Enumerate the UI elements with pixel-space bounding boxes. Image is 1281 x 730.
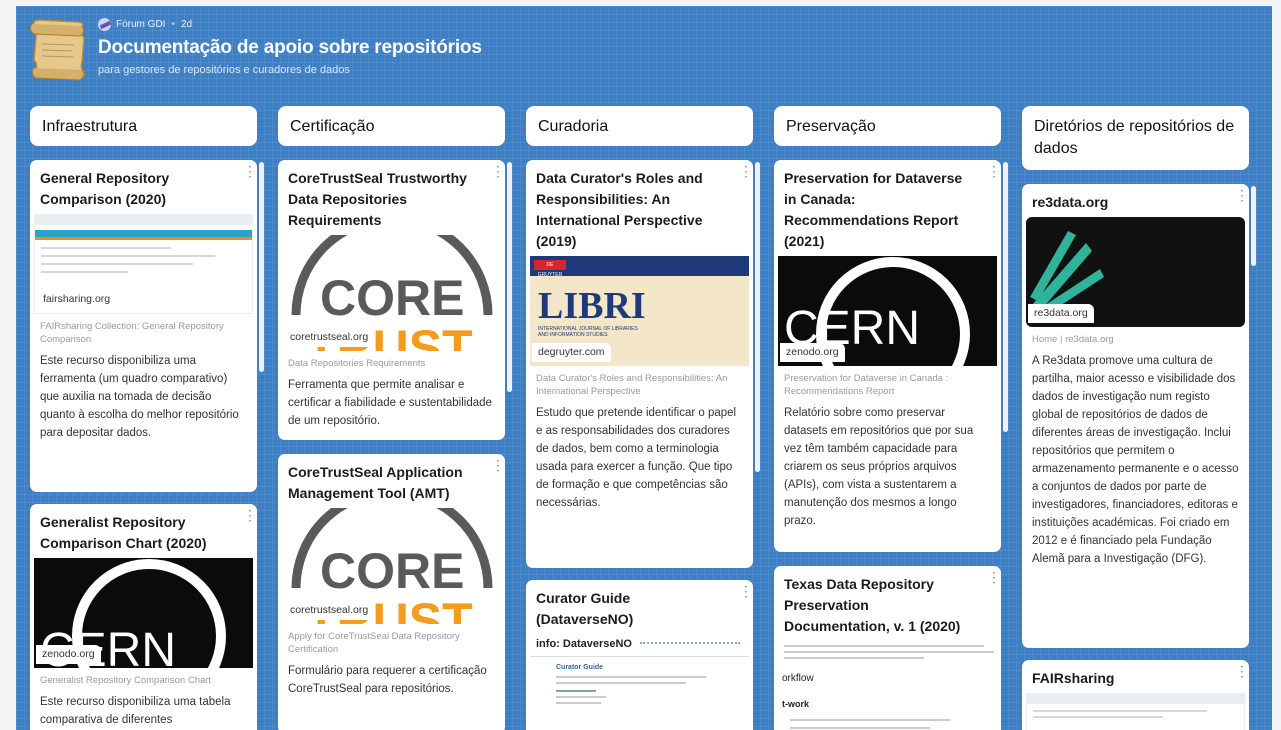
post-card[interactable]: ⋮ re3data.org re3data.org Home | re3data…	[1022, 184, 1249, 648]
column-scrollbar[interactable]	[1251, 186, 1256, 266]
card-title: CoreTrustSeal Trustworthy Data Repositor…	[288, 170, 467, 228]
more-options-icon[interactable]: ⋮	[1235, 188, 1249, 202]
link-preview-image[interactable]: DE GRUYTER LIBRI INTERNATIONAL JOURNAL O…	[530, 256, 749, 366]
author-avatar[interactable]	[98, 18, 111, 31]
more-options-icon[interactable]: ⋮	[1235, 664, 1249, 678]
link-preview-image[interactable]: CORE TRUST coretrustseal.org	[282, 508, 501, 624]
link-domain: degruyter.com	[532, 343, 611, 362]
link-title[interactable]: Data Curator's Roles and Responsibilitie…	[526, 366, 753, 398]
post-meta: Fórum GDI • 2d	[98, 18, 192, 31]
post-card[interactable]: ⋮ Texas Data Repository Preservation Doc…	[774, 566, 1001, 730]
more-options-icon[interactable]: ⋮	[491, 458, 505, 472]
link-domain: fairsharing.org	[37, 290, 117, 309]
more-options-icon[interactable]: ⋮	[987, 570, 1001, 584]
more-options-icon[interactable]: ⋮	[243, 508, 257, 522]
more-options-icon[interactable]: ⋮	[243, 164, 257, 178]
column-scrollbar[interactable]	[1003, 162, 1008, 432]
column-header-infraestrutura[interactable]: Infraestrutura	[30, 106, 257, 146]
more-options-icon[interactable]: ⋮	[491, 164, 505, 178]
post-card[interactable]: ⋮ Data Curator's Roles and Responsibilit…	[526, 160, 753, 568]
link-domain: zenodo.org	[36, 645, 101, 664]
link-title[interactable]: Preservation for Dataverse in Canada : R…	[774, 366, 1001, 398]
column-scrollbar[interactable]	[259, 162, 264, 372]
card-title: Curator Guide (DataverseNO)	[536, 590, 634, 627]
card-title: General Repository Comparison (2020)	[40, 170, 170, 207]
post-age: 2d	[180, 19, 193, 30]
padlet-board: Fórum GDI • 2d Documentação de apoio sob…	[16, 6, 1272, 730]
separator-dot: •	[171, 19, 175, 30]
card-description: Este recurso disponibiliza uma tabela co…	[40, 696, 231, 726]
post-card[interactable]: ⋮ CoreTrustSeal Trustworthy Data Reposit…	[278, 160, 505, 440]
link-title[interactable]: Generalist Repository Comparison Chart	[30, 668, 257, 687]
board-title: Documentação de apoio sobre repositórios	[98, 37, 482, 58]
post-card[interactable]: ⋮ Generalist Repository Comparison Chart…	[30, 504, 257, 730]
svg-text:CORE: CORE	[320, 270, 464, 326]
post-card[interactable]: ⋮ Preservation for Dataverse in Canada: …	[774, 160, 1001, 552]
author-name[interactable]: Fórum GDI	[116, 19, 165, 30]
card-description: Estudo que pretende identificar o papel …	[536, 407, 737, 509]
link-preview-image[interactable]: re3data.org	[1026, 217, 1245, 327]
link-preview-image[interactable]: info: DataverseNO Curator Guide	[530, 634, 749, 730]
post-card[interactable]: ⋮ General Repository Comparison (2020) f…	[30, 160, 257, 492]
card-description: A Re3data promove uma cultura de partilh…	[1032, 355, 1239, 565]
card-title: Texas Data Repository Preservation Docum…	[784, 576, 961, 634]
card-title: Data Curator's Roles and Responsibilitie…	[536, 170, 703, 249]
more-options-icon[interactable]: ⋮	[739, 164, 753, 178]
link-domain: re3data.org	[1028, 304, 1094, 323]
card-description: Este recurso disponibiliza uma ferrament…	[40, 355, 239, 439]
column-header-preservacao[interactable]: Preservação	[774, 106, 1001, 146]
board-header: Fórum GDI • 2d Documentação de apoio sob…	[16, 6, 1272, 90]
column-header-certificacao[interactable]: Certificação	[278, 106, 505, 146]
post-card[interactable]: ⋮ CoreTrustSeal Application Management T…	[278, 454, 505, 730]
link-preview-image[interactable]: CERN zenodo.org	[778, 256, 997, 366]
column-scrollbar[interactable]	[507, 162, 512, 392]
board-subtitle: para gestores de repositórios e curadore…	[98, 64, 350, 76]
card-title: Generalist Repository Comparison Chart (…	[40, 514, 207, 551]
card-description: Formulário para requerer a certificação …	[288, 665, 487, 695]
column-header-curadoria[interactable]: Curadoria	[526, 106, 753, 146]
card-title: re3data.org	[1032, 194, 1109, 210]
card-description: Relatório sobre como preservar datasets …	[784, 407, 974, 527]
link-preview-image[interactable]: CERN zenodo.org	[34, 558, 253, 668]
post-card[interactable]: ⋮ FAIRsharing	[1022, 660, 1249, 730]
more-options-icon[interactable]: ⋮	[739, 584, 753, 598]
scroll-icon	[29, 19, 86, 81]
card-title: FAIRsharing	[1032, 670, 1115, 686]
post-card[interactable]: ⋮ Curator Guide (DataverseNO) info: Data…	[526, 580, 753, 730]
link-title[interactable]: FAIRsharing Collection: General Reposito…	[30, 314, 257, 346]
more-options-icon[interactable]: ⋮	[987, 164, 1001, 178]
link-preview-image[interactable]: fairsharing.org	[34, 214, 253, 314]
card-title: CoreTrustSeal Application Management Too…	[288, 464, 463, 501]
link-preview-image[interactable]: orkflow t-work	[778, 641, 997, 730]
link-preview-image[interactable]	[1026, 693, 1245, 730]
link-title[interactable]: Apply for CoreTrustSeal Data Repository …	[278, 624, 505, 656]
link-preview-image[interactable]: CORE TRUST coretrustseal.org	[282, 235, 501, 351]
link-title[interactable]: Home | re3data.org	[1022, 327, 1249, 346]
link-domain: zenodo.org	[780, 343, 845, 362]
link-domain: coretrustseal.org	[284, 328, 375, 347]
card-title: Preservation for Dataverse in Canada: Re…	[784, 170, 963, 249]
link-domain: coretrustseal.org	[284, 601, 375, 620]
card-description: Ferramenta que permite analisar e certif…	[288, 379, 492, 427]
column-header-diretorios[interactable]: Diretórios de repositórios de dados	[1022, 106, 1249, 170]
column-scrollbar[interactable]	[755, 162, 760, 472]
svg-text:CORE: CORE	[320, 543, 464, 599]
link-title[interactable]: Data Repositories Requirements	[278, 351, 505, 370]
